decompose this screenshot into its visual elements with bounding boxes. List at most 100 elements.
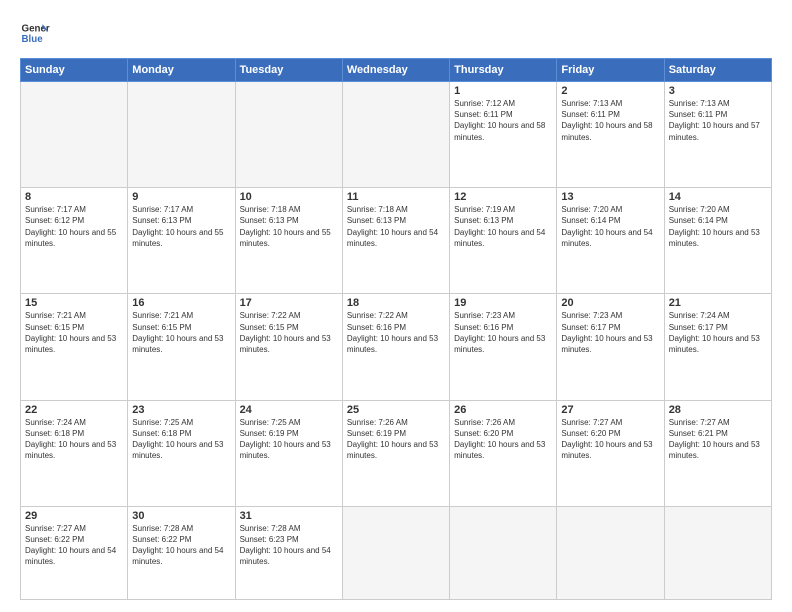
calendar-cell: 23Sunrise: 7:25 AMSunset: 6:18 PMDayligh…: [128, 400, 235, 506]
calendar-cell: [128, 82, 235, 188]
calendar-cell: 30Sunrise: 7:28 AMSunset: 6:22 PMDayligh…: [128, 506, 235, 599]
day-number: 12: [454, 191, 552, 203]
day-number: 31: [240, 510, 338, 522]
day-info: Sunrise: 7:28 AMSunset: 6:22 PMDaylight:…: [132, 523, 230, 568]
calendar-cell: 20Sunrise: 7:23 AMSunset: 6:17 PMDayligh…: [557, 294, 664, 400]
calendar-cell: 9Sunrise: 7:17 AMSunset: 6:13 PMDaylight…: [128, 188, 235, 294]
calendar-cell: 26Sunrise: 7:26 AMSunset: 6:20 PMDayligh…: [450, 400, 557, 506]
calendar-cell: [664, 506, 771, 599]
day-number: 30: [132, 510, 230, 522]
calendar-cell: 17Sunrise: 7:22 AMSunset: 6:15 PMDayligh…: [235, 294, 342, 400]
day-info: Sunrise: 7:27 AMSunset: 6:21 PMDaylight:…: [669, 417, 767, 462]
calendar-cell: 15Sunrise: 7:21 AMSunset: 6:15 PMDayligh…: [21, 294, 128, 400]
calendar-cell: 25Sunrise: 7:26 AMSunset: 6:19 PMDayligh…: [342, 400, 449, 506]
svg-text:Blue: Blue: [22, 34, 44, 45]
calendar-cell: 19Sunrise: 7:23 AMSunset: 6:16 PMDayligh…: [450, 294, 557, 400]
day-info: Sunrise: 7:12 AMSunset: 6:11 PMDaylight:…: [454, 98, 552, 143]
day-info: Sunrise: 7:23 AMSunset: 6:16 PMDaylight:…: [454, 310, 552, 355]
day-number: 16: [132, 297, 230, 309]
calendar-cell: 2Sunrise: 7:13 AMSunset: 6:11 PMDaylight…: [557, 82, 664, 188]
day-number: 21: [669, 297, 767, 309]
day-info: Sunrise: 7:21 AMSunset: 6:15 PMDaylight:…: [25, 310, 123, 355]
week-row-1: 1Sunrise: 7:12 AMSunset: 6:11 PMDaylight…: [21, 82, 772, 188]
logo-icon: General Blue: [20, 18, 50, 48]
day-number: 1: [454, 85, 552, 97]
day-number: 17: [240, 297, 338, 309]
calendar-cell: 10Sunrise: 7:18 AMSunset: 6:13 PMDayligh…: [235, 188, 342, 294]
day-number: 25: [347, 404, 445, 416]
day-number: 18: [347, 297, 445, 309]
day-info: Sunrise: 7:18 AMSunset: 6:13 PMDaylight:…: [240, 204, 338, 249]
calendar-cell: [21, 82, 128, 188]
calendar-cell: 16Sunrise: 7:21 AMSunset: 6:15 PMDayligh…: [128, 294, 235, 400]
day-info: Sunrise: 7:17 AMSunset: 6:13 PMDaylight:…: [132, 204, 230, 249]
calendar-cell: 27Sunrise: 7:27 AMSunset: 6:20 PMDayligh…: [557, 400, 664, 506]
day-number: 19: [454, 297, 552, 309]
header: General Blue: [20, 18, 772, 48]
calendar-cell: 11Sunrise: 7:18 AMSunset: 6:13 PMDayligh…: [342, 188, 449, 294]
day-info: Sunrise: 7:21 AMSunset: 6:15 PMDaylight:…: [132, 310, 230, 355]
calendar-cell: 18Sunrise: 7:22 AMSunset: 6:16 PMDayligh…: [342, 294, 449, 400]
day-number: 28: [669, 404, 767, 416]
day-info: Sunrise: 7:25 AMSunset: 6:19 PMDaylight:…: [240, 417, 338, 462]
day-number: 10: [240, 191, 338, 203]
week-row-3: 15Sunrise: 7:21 AMSunset: 6:15 PMDayligh…: [21, 294, 772, 400]
calendar-cell: 31Sunrise: 7:28 AMSunset: 6:23 PMDayligh…: [235, 506, 342, 599]
week-row-5: 29Sunrise: 7:27 AMSunset: 6:22 PMDayligh…: [21, 506, 772, 599]
day-info: Sunrise: 7:26 AMSunset: 6:19 PMDaylight:…: [347, 417, 445, 462]
calendar-cell: [342, 82, 449, 188]
day-info: Sunrise: 7:13 AMSunset: 6:11 PMDaylight:…: [669, 98, 767, 143]
day-info: Sunrise: 7:24 AMSunset: 6:17 PMDaylight:…: [669, 310, 767, 355]
calendar-cell: 28Sunrise: 7:27 AMSunset: 6:21 PMDayligh…: [664, 400, 771, 506]
header-friday: Friday: [557, 59, 664, 82]
day-info: Sunrise: 7:19 AMSunset: 6:13 PMDaylight:…: [454, 204, 552, 249]
day-info: Sunrise: 7:25 AMSunset: 6:18 PMDaylight:…: [132, 417, 230, 462]
calendar-cell: 1Sunrise: 7:12 AMSunset: 6:11 PMDaylight…: [450, 82, 557, 188]
calendar-cell: 29Sunrise: 7:27 AMSunset: 6:22 PMDayligh…: [21, 506, 128, 599]
header-tuesday: Tuesday: [235, 59, 342, 82]
day-info: Sunrise: 7:22 AMSunset: 6:15 PMDaylight:…: [240, 310, 338, 355]
day-info: Sunrise: 7:24 AMSunset: 6:18 PMDaylight:…: [25, 417, 123, 462]
day-info: Sunrise: 7:20 AMSunset: 6:14 PMDaylight:…: [669, 204, 767, 249]
logo: General Blue: [20, 18, 50, 48]
week-row-4: 22Sunrise: 7:24 AMSunset: 6:18 PMDayligh…: [21, 400, 772, 506]
day-number: 20: [561, 297, 659, 309]
header-sunday: Sunday: [21, 59, 128, 82]
day-info: Sunrise: 7:17 AMSunset: 6:12 PMDaylight:…: [25, 204, 123, 249]
day-info: Sunrise: 7:28 AMSunset: 6:23 PMDaylight:…: [240, 523, 338, 568]
day-number: 24: [240, 404, 338, 416]
day-number: 26: [454, 404, 552, 416]
day-number: 9: [132, 191, 230, 203]
day-info: Sunrise: 7:18 AMSunset: 6:13 PMDaylight:…: [347, 204, 445, 249]
day-info: Sunrise: 7:22 AMSunset: 6:16 PMDaylight:…: [347, 310, 445, 355]
calendar-cell: 14Sunrise: 7:20 AMSunset: 6:14 PMDayligh…: [664, 188, 771, 294]
day-number: 29: [25, 510, 123, 522]
calendar-cell: 13Sunrise: 7:20 AMSunset: 6:14 PMDayligh…: [557, 188, 664, 294]
day-number: 14: [669, 191, 767, 203]
day-info: Sunrise: 7:26 AMSunset: 6:20 PMDaylight:…: [454, 417, 552, 462]
day-info: Sunrise: 7:27 AMSunset: 6:22 PMDaylight:…: [25, 523, 123, 568]
calendar-cell: 3Sunrise: 7:13 AMSunset: 6:11 PMDaylight…: [664, 82, 771, 188]
day-number: 2: [561, 85, 659, 97]
day-number: 15: [25, 297, 123, 309]
header-saturday: Saturday: [664, 59, 771, 82]
day-number: 3: [669, 85, 767, 97]
day-number: 23: [132, 404, 230, 416]
calendar-cell: 12Sunrise: 7:19 AMSunset: 6:13 PMDayligh…: [450, 188, 557, 294]
header-thursday: Thursday: [450, 59, 557, 82]
calendar-cell: [235, 82, 342, 188]
calendar-cell: 8Sunrise: 7:17 AMSunset: 6:12 PMDaylight…: [21, 188, 128, 294]
day-number: 22: [25, 404, 123, 416]
day-info: Sunrise: 7:13 AMSunset: 6:11 PMDaylight:…: [561, 98, 659, 143]
page: General Blue Sunday Monday Tuesday Wedne…: [0, 0, 792, 612]
day-info: Sunrise: 7:27 AMSunset: 6:20 PMDaylight:…: [561, 417, 659, 462]
calendar-cell: 22Sunrise: 7:24 AMSunset: 6:18 PMDayligh…: [21, 400, 128, 506]
day-number: 11: [347, 191, 445, 203]
calendar-cell: 21Sunrise: 7:24 AMSunset: 6:17 PMDayligh…: [664, 294, 771, 400]
header-wednesday: Wednesday: [342, 59, 449, 82]
header-monday: Monday: [128, 59, 235, 82]
day-headers: Sunday Monday Tuesday Wednesday Thursday…: [21, 59, 772, 82]
day-info: Sunrise: 7:20 AMSunset: 6:14 PMDaylight:…: [561, 204, 659, 249]
calendar-cell: [450, 506, 557, 599]
calendar-cell: 24Sunrise: 7:25 AMSunset: 6:19 PMDayligh…: [235, 400, 342, 506]
